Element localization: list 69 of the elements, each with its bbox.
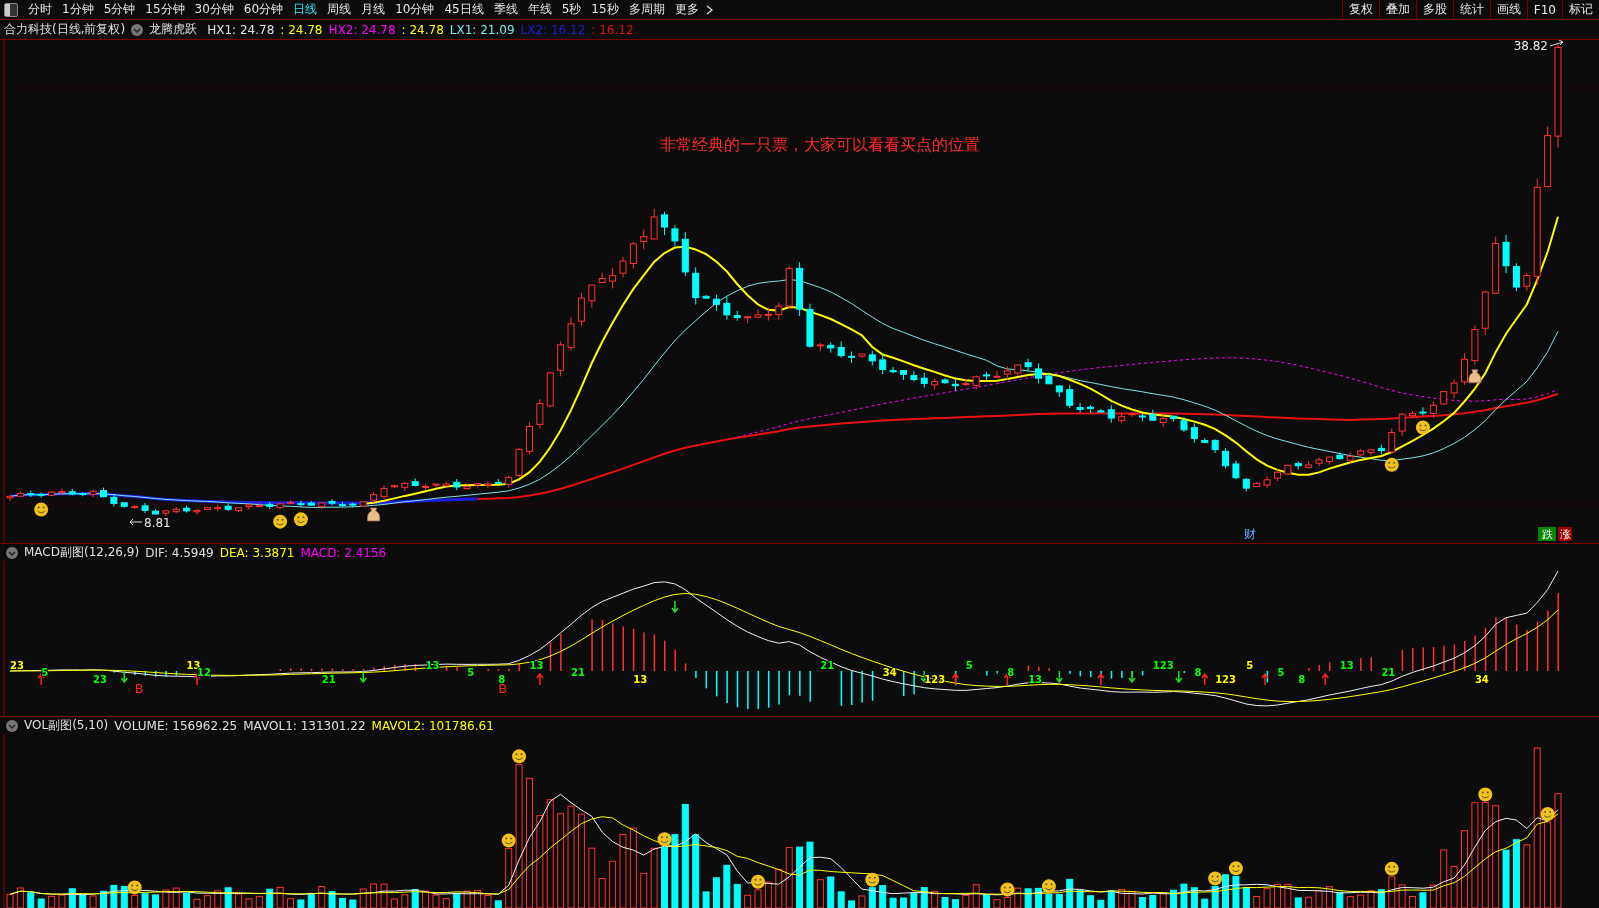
period-tab[interactable]: 多周期 (624, 1, 669, 18)
period-tab[interactable]: 60分钟 (239, 1, 288, 18)
annotation-text: 非常经典的一只票，大家可以看看买点的位置 (660, 135, 980, 154)
period-tab[interactable]: 5秒 (557, 1, 586, 18)
indicator-value: LX2: 16.12 (520, 22, 586, 37)
toolbar-button[interactable]: 统计 (1452, 0, 1490, 19)
period-tab[interactable]: 5分钟 (99, 1, 140, 18)
count-label: 13 (529, 660, 544, 671)
indicator-value: HX1: 24.78 (207, 22, 275, 37)
indicator-value: : 24.78 (280, 22, 323, 37)
count-label: 21 (321, 674, 336, 685)
count-label: 8 (1007, 667, 1015, 678)
count-label: 123 (1152, 660, 1174, 671)
count-label: 34 (1474, 674, 1489, 685)
period-tab[interactable]: 15秒 (587, 1, 623, 18)
count-label: 21 (571, 667, 585, 678)
buy-mark: B (134, 681, 144, 696)
period-tab[interactable]: 日线 (289, 1, 322, 18)
indicator-value: DEA: 3.3871 (219, 545, 295, 560)
indicator-name: 龙腾虎跃 (149, 21, 198, 38)
count-label: 8 (1298, 674, 1306, 685)
price-badge: 跌 (1538, 527, 1556, 541)
indicator-value: DIF: 4.5949 (145, 545, 214, 560)
count-label: 13 (1339, 660, 1354, 671)
count-label: 21 (1381, 667, 1396, 678)
period-tab[interactable]: 周线 (323, 1, 356, 18)
indicator-value: MAVOL2: 101786.61 (371, 718, 494, 733)
period-tab[interactable]: 10分钟 (391, 1, 439, 18)
count-label: 5 (467, 667, 475, 678)
price-badge: 涨 (1558, 527, 1572, 541)
period-tab[interactable]: 更多 (670, 1, 703, 18)
period-tab[interactable]: 季线 (489, 1, 522, 18)
period-tab[interactable]: 30分钟 (190, 1, 238, 18)
count-label: 23 (10, 660, 24, 671)
indicator-value: LX1: 21.09 (449, 22, 515, 37)
period-tab[interactable]: 15分钟 (141, 1, 189, 18)
period-tab[interactable]: 分时 (24, 1, 56, 18)
indicator-value: VOLUME: 156962.25 (114, 718, 238, 733)
stock-title: 合力科技(日线,前复权) (4, 21, 126, 38)
period-tab[interactable]: 月线 (357, 1, 390, 18)
indicator-value: : 24.78 (401, 22, 444, 37)
count-label: 23 (93, 674, 108, 685)
indicator-value: : 16.12 (591, 22, 634, 37)
period-tab[interactable]: 45日线 (440, 1, 488, 18)
count-label: 5 (1246, 660, 1254, 671)
low-price-label: 8.81 (144, 516, 171, 530)
event-mark[interactable]: 财 (1244, 527, 1256, 541)
count-label: 5 (965, 660, 973, 671)
indicator-value: MAVOL1: 131301.22 (243, 718, 366, 733)
high-price-label: 38.82 (1513, 40, 1548, 53)
count-label: 21 (820, 660, 835, 671)
period-tab[interactable]: 1分钟 (58, 1, 98, 18)
count-label: 8 (498, 674, 506, 685)
indicator-value: MACD: 2.4156 (300, 545, 387, 560)
toolbar-button[interactable]: 叠加 (1378, 0, 1416, 19)
toolbar-button[interactable]: 多股 (1415, 0, 1453, 19)
count-label: 123 (1215, 674, 1237, 685)
toolbar-button[interactable]: 画线 (1489, 0, 1527, 19)
period-tab[interactable]: 年线 (523, 1, 556, 18)
count-label: 13 (633, 674, 648, 685)
indicator-value: HX2: 24.78 (328, 22, 396, 37)
indicator-title: MACD副图(12,26,9) (24, 544, 140, 561)
indicator-title: VOL副图(5,10) (24, 717, 109, 734)
toolbar-button[interactable]: F10 (1526, 0, 1562, 19)
count-label: 8 (1194, 667, 1202, 678)
toolbar-button[interactable]: 标记 (1562, 0, 1599, 19)
toolbar-button[interactable]: 复权 (1341, 0, 1379, 19)
count-label: 5 (1277, 667, 1285, 678)
count-label: 34 (882, 667, 897, 678)
